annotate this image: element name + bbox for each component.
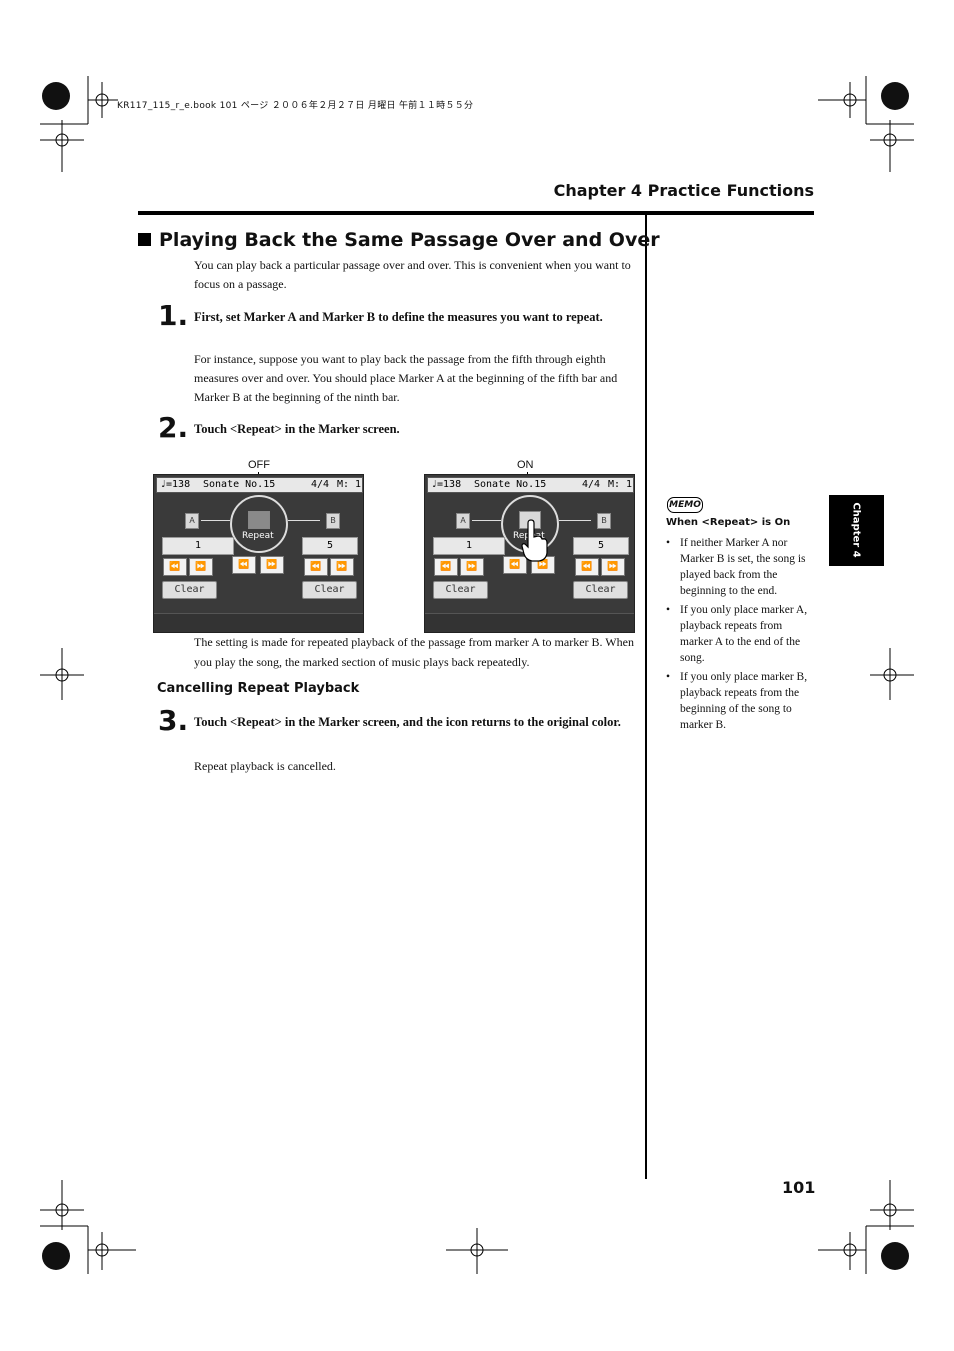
step-2-instruction: Touch <Repeat> in the Marker screen. bbox=[194, 422, 400, 436]
marker-a-link bbox=[201, 520, 230, 521]
tempo: ♩=138 bbox=[431, 479, 462, 490]
chapter-title: Chapter 4 Practice Functions bbox=[553, 181, 814, 200]
clear-b-button[interactable]: Clear bbox=[573, 581, 628, 599]
marker-b-rewind-button[interactable]: ⏪ bbox=[304, 558, 328, 576]
pointing-hand-icon bbox=[521, 519, 548, 562]
chapter-tab: Chapter 4 bbox=[829, 495, 884, 566]
memo-item: If neither Marker A nor Marker B is set,… bbox=[666, 535, 816, 599]
marker-a-icon[interactable]: A bbox=[185, 513, 199, 529]
step-2-number: 2. bbox=[158, 411, 189, 444]
off-label: OFF bbox=[248, 459, 270, 471]
step-1-detail: For instance, suppose you want to play b… bbox=[194, 352, 618, 404]
step-3-instruction: Touch <Repeat> in the Marker screen, and… bbox=[194, 715, 621, 729]
memo-badge: MEMO bbox=[667, 497, 703, 513]
measure: M: 1 bbox=[608, 479, 633, 490]
screens-caption: The setting is made for repeated playbac… bbox=[194, 635, 634, 669]
file-info: KR117_115_r_e.book 101 ページ ２００６年２月２７日 月曜… bbox=[117, 101, 474, 111]
step-3-detail: Repeat playback is cancelled. bbox=[194, 759, 336, 773]
intro-paragraph: You can play back a particular passage o… bbox=[194, 258, 631, 291]
marker-b-forward-button[interactable]: ⏩ bbox=[330, 558, 354, 576]
memo-item: If you only place marker B, playback rep… bbox=[666, 669, 816, 733]
memo-heading: When <Repeat> is On bbox=[666, 517, 791, 528]
header-rule bbox=[138, 211, 814, 215]
page-number: 101 bbox=[782, 1178, 816, 1197]
marker-b-value: 5 bbox=[302, 537, 358, 555]
marker-a-rewind-button[interactable]: ⏪ bbox=[434, 558, 458, 576]
memo-list: If neither Marker A nor Marker B is set,… bbox=[666, 535, 816, 736]
marker-a-value: 1 bbox=[433, 537, 505, 555]
marker-a-rewind-button[interactable]: ⏪ bbox=[163, 558, 187, 576]
repeat-label: Repeat bbox=[242, 531, 274, 541]
marker-b-icon[interactable]: B bbox=[326, 513, 340, 529]
chapter-tab-label: Chapter 4 bbox=[850, 502, 862, 558]
tempo: ♩=138 bbox=[160, 479, 191, 490]
step-3-number: 3. bbox=[158, 704, 189, 737]
song-title: Sonate No.15 bbox=[203, 479, 276, 490]
clear-a-button[interactable]: Clear bbox=[433, 581, 488, 599]
marker-b-forward-button[interactable]: ⏩ bbox=[601, 558, 625, 576]
marker-b-rewind-button[interactable]: ⏪ bbox=[575, 558, 599, 576]
memo-item: If you only place marker A, playback rep… bbox=[666, 602, 816, 666]
square-bullet-icon bbox=[138, 233, 151, 246]
marker-a-forward-button[interactable]: ⏩ bbox=[189, 558, 213, 576]
marker-screen-off: ♩=138 Sonate No.15 4/4 M: 1 Repeat A B 1… bbox=[153, 474, 364, 633]
on-label: ON bbox=[517, 459, 534, 471]
forward-button[interactable]: ⏩ bbox=[260, 556, 284, 574]
marker-screen-on: ♩=138 Sonate No.15 4/4 M: 1 Repeat A B 1… bbox=[424, 474, 635, 633]
time-signature: 4/4 bbox=[582, 479, 601, 490]
status-bar: ♩=138 Sonate No.15 4/4 M: 1 bbox=[156, 477, 363, 493]
marker-a-link bbox=[472, 520, 501, 521]
marker-b-link bbox=[559, 520, 591, 521]
section-title: Playing Back the Same Passage Over and O… bbox=[159, 229, 660, 251]
clear-b-button[interactable]: Clear bbox=[302, 581, 357, 599]
song-title: Sonate No.15 bbox=[474, 479, 547, 490]
screen-footer bbox=[425, 613, 634, 632]
marker-b-link bbox=[288, 520, 320, 521]
cancel-heading: Cancelling Repeat Playback bbox=[157, 681, 360, 696]
time-signature: 4/4 bbox=[311, 479, 330, 490]
section-heading: Playing Back the Same Passage Over and O… bbox=[138, 229, 660, 251]
column-divider bbox=[645, 215, 647, 1179]
marker-b-icon[interactable]: B bbox=[597, 513, 611, 529]
marker-a-forward-button[interactable]: ⏩ bbox=[460, 558, 484, 576]
measure: M: 1 bbox=[337, 479, 362, 490]
status-bar: ♩=138 Sonate No.15 4/4 M: 1 bbox=[427, 477, 634, 493]
step-1-number: 1. bbox=[158, 299, 189, 332]
marker-a-icon[interactable]: A bbox=[456, 513, 470, 529]
rewind-button[interactable]: ⏪ bbox=[232, 556, 256, 574]
marker-a-value: 1 bbox=[162, 537, 234, 555]
marker-b-value: 5 bbox=[573, 537, 629, 555]
clear-a-button[interactable]: Clear bbox=[162, 581, 217, 599]
repeat-button[interactable] bbox=[248, 511, 270, 529]
screen-footer bbox=[154, 613, 363, 632]
step-1-instruction: First, set Marker A and Marker B to defi… bbox=[194, 310, 603, 324]
